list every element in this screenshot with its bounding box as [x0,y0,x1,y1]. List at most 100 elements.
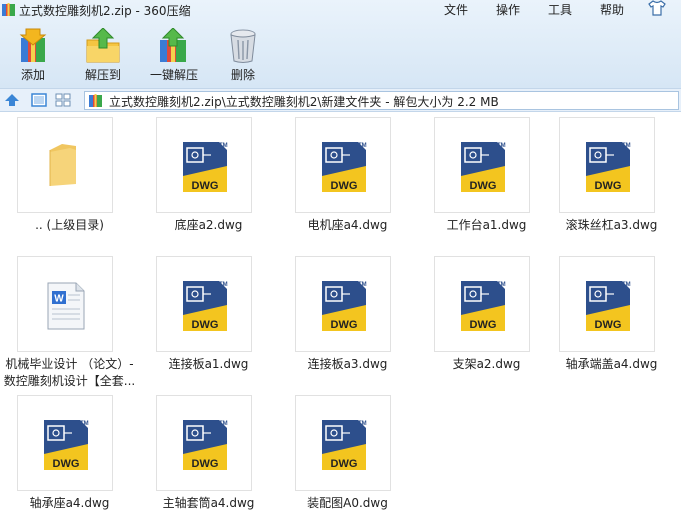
dwg-label: DWG [595,319,622,331]
dwg-label: DWG [470,180,497,192]
file-thumbnail: W [17,256,113,352]
file-name: 电机座a4.dwg [307,218,388,232]
file-thumbnail: TM DWG [295,117,391,213]
svg-text:W: W [54,294,64,305]
file-name: 轴承端盖a4.dwg [565,357,658,371]
dwg-file-icon: TM DWG [586,281,631,331]
address-path: 立式数控雕刻机2.zip\立式数控雕刻机2\新建文件夹 - 解包大小为 2.2 … [109,95,499,109]
file-name: 连接板a1.dwg [168,357,249,371]
file-thumbnail: TM DWG [156,256,252,352]
file-name: 主轴套筒a4.dwg [162,496,255,510]
dwg-label: DWG [470,319,497,331]
skin-shirt-icon[interactable] [648,0,666,16]
tm-label: TM [622,143,631,149]
tm-label: TM [219,421,228,427]
file-item-dwg[interactable]: TM DWG 电机座a4.dwg [278,113,417,252]
file-name: 装配图A0.dwg [307,496,388,510]
one-click-extract-icon [160,28,186,62]
dwg-file-icon: TM DWG [183,420,228,470]
file-name: 轴承座a4.dwg [29,496,110,510]
delete-button-label: 删除 [230,68,255,82]
large-icon-view-icon[interactable] [31,93,47,107]
file-item-dwg[interactable]: TM DWG 连接板a1.dwg [139,252,278,391]
up-arrow-icon[interactable] [4,93,20,107]
tm-label: TM [497,143,506,149]
archive-path-icon [89,94,102,107]
dwg-file-icon: TM DWG [183,281,228,331]
tm-label: TM [358,143,367,149]
dwg-file-icon: TM DWG [183,142,228,192]
delete-button[interactable]: 删除 [220,24,266,84]
menu-file[interactable]: 文件 [444,1,468,18]
extract-to-label: 解压到 [84,68,121,82]
file-thumbnail: TM DWG [434,117,530,213]
file-thumbnail: TM DWG [559,117,655,213]
tm-label: TM [219,282,228,288]
word-document-icon: W [47,282,85,330]
file-thumbnail [17,117,113,213]
file-item-dwg[interactable]: TM DWG 滚珠丝杠a3.dwg [542,113,681,252]
file-item-dwg[interactable]: TM DWG 装配图A0.dwg [278,391,417,530]
window-chrome: 立式数控雕刻机2.zip - 360压缩 文件 操作 工具 帮助 添加 解压到 [0,0,681,88]
address-bar[interactable]: 立式数控雕刻机2.zip\立式数控雕刻机2\新建文件夹 - 解包大小为 2.2 … [84,91,679,110]
dwg-label: DWG [192,319,219,331]
file-thumbnail: TM DWG [156,117,252,213]
dwg-label: DWG [331,458,358,470]
extract-to-button[interactable]: 解压到 [78,24,128,84]
file-item-dwg[interactable]: TM DWG 底座a2.dwg [139,113,278,252]
add-archive-icon [19,28,47,62]
file-item-doc[interactable]: W 机械毕业设计 （论文）- 数控雕刻机设计【全套... [0,252,139,391]
dwg-label: DWG [53,458,80,470]
file-item-dwg[interactable]: TM DWG 轴承座a4.dwg [0,391,139,530]
dwg-file-icon: TM DWG [322,142,367,192]
file-name: 底座a2.dwg [174,218,243,232]
dwg-label: DWG [331,319,358,331]
archive-app-icon [2,3,15,16]
dwg-file-icon: TM DWG [461,142,506,192]
tm-label: TM [358,421,367,427]
file-thumbnail: TM DWG [434,256,530,352]
file-name: .. (上级目录) [35,218,104,232]
dwg-file-icon: TM DWG [461,281,506,331]
file-item-dwg[interactable]: TM DWG 主轴套筒a4.dwg [139,391,278,530]
address-row: 立式数控雕刻机2.zip\立式数控雕刻机2\新建文件夹 - 解包大小为 2.2 … [0,88,681,112]
dwg-label: DWG [595,180,622,192]
dwg-file-icon: TM DWG [322,420,367,470]
small-icon-view-icon[interactable] [55,93,71,107]
tm-label: TM [497,282,506,288]
file-thumbnail: TM DWG [295,395,391,491]
tm-label: TM [358,282,367,288]
file-item-parent-directory[interactable]: .. (上级目录) [0,113,139,252]
add-button-label: 添加 [20,68,45,82]
file-name: 机械毕业设计 （论文）- 数控雕刻机设计【全套... [0,356,139,390]
trash-bin-icon [230,29,256,63]
file-name-line2: 数控雕刻机设计【全套... [3,374,136,388]
file-thumbnail: TM DWG [17,395,113,491]
dwg-label: DWG [331,180,358,192]
file-name: 连接板a3.dwg [307,357,388,371]
file-item-dwg[interactable]: TM DWG 工作台a1.dwg [417,113,556,252]
menu-operation[interactable]: 操作 [496,1,520,18]
file-name: 工作台a1.dwg [446,218,527,232]
file-name: 支架a2.dwg [452,357,521,371]
menu-tools[interactable]: 工具 [548,1,572,18]
file-item-dwg[interactable]: TM DWG 连接板a3.dwg [278,252,417,391]
file-thumbnail: TM DWG [559,256,655,352]
file-grid: .. (上级目录) TM DWG 底座a2.dwg TM DWG 电机座a4.d… [0,113,681,531]
dwg-label: DWG [192,458,219,470]
tm-label: TM [622,282,631,288]
window-title: 立式数控雕刻机2.zip - 360压缩 [19,4,191,18]
dwg-label: DWG [192,180,219,192]
dwg-file-icon: TM DWG [322,281,367,331]
one-click-extract-button[interactable]: 一键解压 [144,24,204,84]
file-item-dwg[interactable]: TM DWG 轴承端盖a4.dwg [542,252,681,391]
menu-help[interactable]: 帮助 [600,1,624,18]
title-bar: 立式数控雕刻机2.zip - 360压缩 文件 操作 工具 帮助 [0,0,681,20]
add-button[interactable]: 添加 [8,24,58,84]
file-thumbnail: TM DWG [156,395,252,491]
file-item-dwg[interactable]: TM DWG 支架a2.dwg [417,252,556,391]
dwg-file-icon: TM DWG [586,142,631,192]
tm-label: TM [219,143,228,149]
dwg-file-icon: TM DWG [44,420,89,470]
file-thumbnail: TM DWG [295,256,391,352]
